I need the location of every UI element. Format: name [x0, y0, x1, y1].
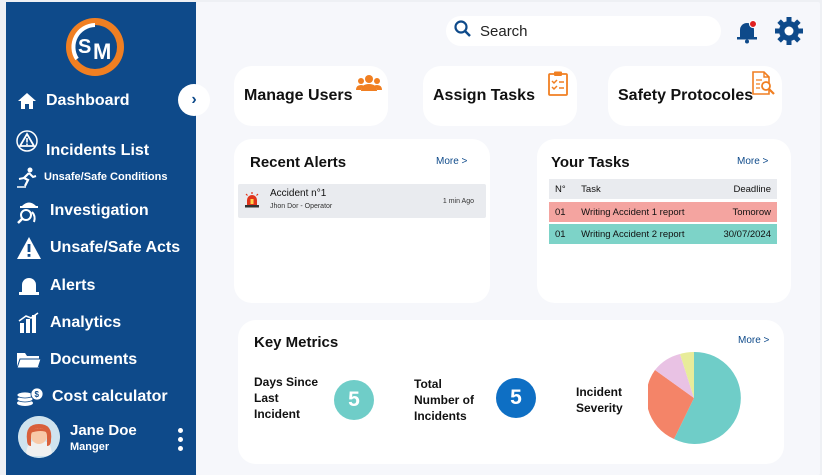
recent-alerts-title: Recent Alerts — [250, 154, 347, 171]
sidebar: S M Dashboard Incidents List Unsafe/Safe… — [6, 2, 196, 475]
sidebar-collapse-button[interactable]: › — [178, 84, 210, 116]
sidebar-item-label: Dashboard — [46, 92, 130, 109]
users-icon — [356, 75, 382, 91]
sidebar-item-dashboard[interactable]: Dashboard — [16, 90, 130, 112]
sidebar-item-label: Documents — [50, 351, 138, 368]
sidebar-item-label: Investigation — [50, 202, 149, 219]
your-tasks-card: Your Tasks More > N° Task Deadline 01 Wr… — [537, 139, 791, 303]
safety-protocoles-button[interactable]: Safety Protocoles — [608, 66, 782, 126]
incident-severity-label: Incident Severity — [576, 385, 623, 415]
alert-list-item[interactable]: Accident n°1 Jhon Dor - Operator 1 min A… — [238, 184, 486, 218]
avatar — [18, 416, 60, 458]
sidebar-item-cost-calculator[interactable]: $ Cost calculator — [16, 385, 168, 409]
table-row[interactable]: 01 Writing Accident 1 report Tomorow — [549, 202, 777, 222]
key-metrics-title: Key Metrics — [254, 334, 339, 351]
tasks-table: N° Task Deadline 01 Writing Accident 1 r… — [549, 179, 777, 244]
task-no: 01 — [549, 202, 576, 222]
manage-users-label: Manage Users — [244, 87, 353, 104]
user-role: Manger — [70, 440, 110, 453]
table-header: N° Task Deadline — [549, 179, 777, 199]
alert-time: 1 min Ago — [442, 198, 474, 205]
main-content: Manage Users Assign Tasks Safety Protoco… — [196, 2, 820, 475]
siren-icon — [245, 192, 259, 208]
incident-severity-pie-chart — [648, 351, 741, 444]
sidebar-item-label: Analytics — [50, 314, 122, 331]
alert-title: Accident n°1 — [270, 188, 327, 199]
column-header-no: N° — [549, 179, 576, 199]
recent-alerts-more-link[interactable]: More > — [436, 156, 467, 167]
task-name: Writing Accident 1 report — [575, 202, 709, 222]
slip-person-icon — [16, 166, 38, 188]
folder-icon — [16, 348, 42, 372]
svg-text:S: S — [78, 36, 91, 58]
sidebar-item-label: Cost calculator — [52, 388, 168, 405]
sidebar-item-analytics[interactable]: Analytics — [16, 311, 121, 335]
days-since-last-incident-value: 5 — [334, 380, 374, 420]
sidebar-item-alerts[interactable]: Alerts — [16, 274, 95, 298]
sidebar-item-unsafe-safe-conditions[interactable]: Unsafe/Safe Conditions — [16, 166, 167, 188]
assign-tasks-label: Assign Tasks — [433, 87, 535, 104]
key-metrics-card: Key Metrics More > Days Since Last Incid… — [238, 320, 784, 464]
svg-text:M: M — [93, 39, 111, 64]
total-incidents-value: 5 — [496, 378, 536, 418]
task-name: Writing Accident 2 report — [575, 224, 709, 244]
sidebar-item-label: Unsafe/Safe Conditions — [44, 171, 168, 183]
bar-chart-icon — [16, 311, 42, 335]
task-deadline: Tomorow — [708, 202, 777, 222]
your-tasks-more-link[interactable]: More > — [737, 156, 768, 167]
table-row[interactable]: 01 Writing Accident 2 report 30/07/2024 — [549, 224, 777, 244]
search-bar[interactable] — [446, 16, 721, 46]
sidebar-item-label: Unsafe/Safe Acts — [50, 239, 181, 256]
document-search-icon — [752, 71, 775, 95]
gsm-logo: S M — [66, 18, 124, 76]
key-metrics-more-link[interactable]: More > — [738, 335, 769, 346]
alert-subtitle: Jhon Dor - Operator — [270, 203, 333, 210]
detective-icon — [16, 198, 42, 224]
search-input[interactable] — [480, 22, 680, 40]
sidebar-item-label: Alerts — [50, 277, 96, 294]
days-since-last-incident-label: Days Since Last Incident — [254, 375, 319, 421]
task-deadline: 30/07/2024 — [708, 224, 777, 244]
sidebar-item-unsafe-safe-acts[interactable]: Unsafe/Safe Acts — [16, 236, 180, 260]
bell-icon — [16, 274, 42, 298]
user-name: Jane Doe — [70, 421, 137, 439]
svg-text:$: $ — [35, 390, 40, 399]
notification-bell-icon[interactable] — [734, 18, 760, 44]
clipboard-icon — [548, 71, 568, 96]
assign-tasks-button[interactable]: Assign Tasks — [423, 66, 577, 126]
your-tasks-title: Your Tasks — [551, 154, 630, 171]
sidebar-item-investigation[interactable]: Investigation — [16, 198, 149, 224]
settings-gear-icon[interactable] — [774, 16, 804, 46]
recent-alerts-card: Recent Alerts More > Accident n°1 Jhon D… — [234, 139, 490, 303]
sidebar-item-incidents-list[interactable]: Incidents List — [16, 130, 149, 160]
warning-triangle-icon — [16, 130, 38, 152]
column-header-task: Task — [575, 179, 709, 199]
search-icon — [454, 19, 472, 43]
safety-protocoles-label: Safety Protocoles — [618, 87, 754, 104]
total-incidents-label: Total Number of Incidents — [414, 377, 474, 423]
column-header-deadline: Deadline — [708, 179, 777, 199]
alert-triangle-icon — [16, 236, 42, 260]
sidebar-item-documents[interactable]: Documents — [16, 348, 137, 372]
manage-users-button[interactable]: Manage Users — [234, 66, 388, 126]
user-profile[interactable]: Jane Doe Manger — [18, 416, 188, 458]
task-no: 01 — [549, 224, 576, 244]
coins-icon: $ — [16, 385, 44, 409]
sidebar-item-label: Incidents List — [46, 142, 150, 159]
more-options-icon[interactable] — [178, 428, 184, 451]
home-icon — [16, 90, 38, 112]
